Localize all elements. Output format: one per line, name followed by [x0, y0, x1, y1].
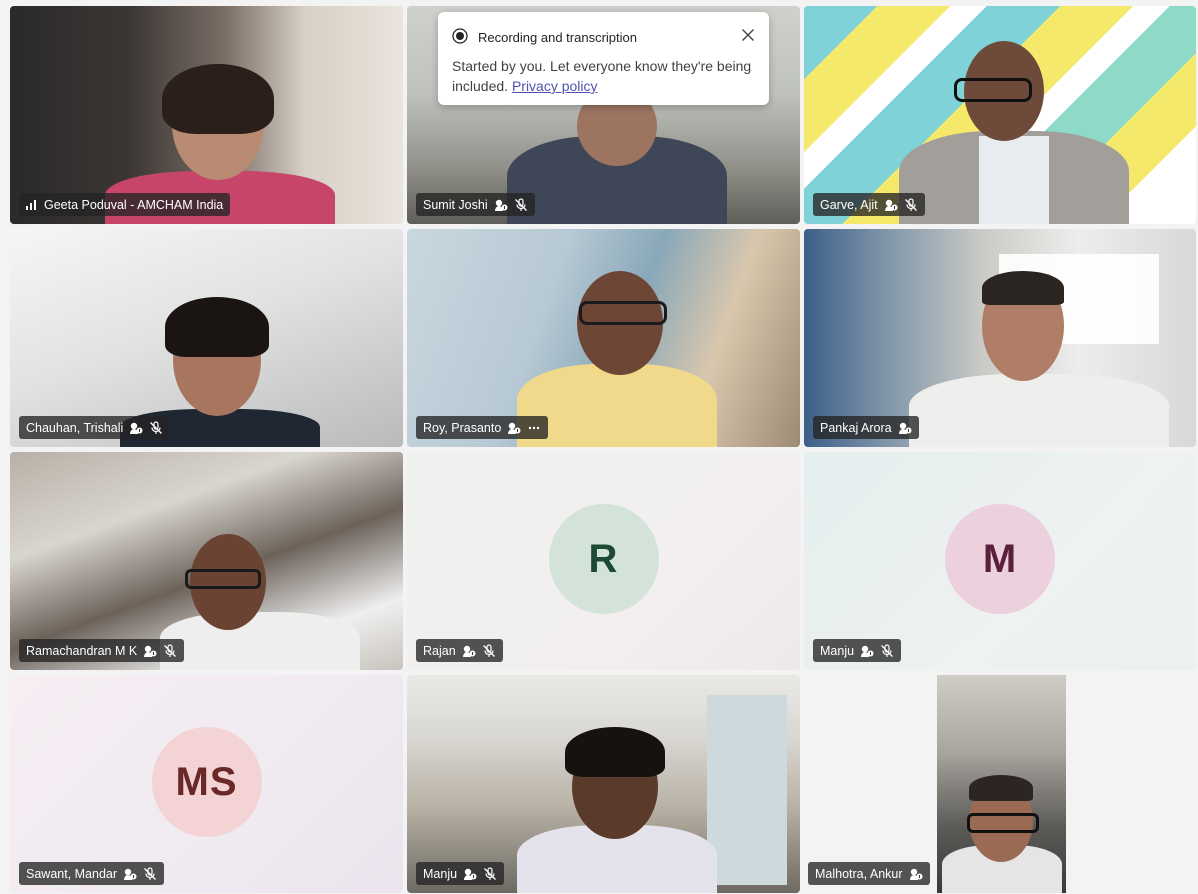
participant-tile[interactable]: Pankaj Arora: [804, 229, 1196, 447]
participant-name-tag: Malhotra, Ankur: [808, 862, 930, 885]
participant-tile[interactable]: Chauhan, Trishali: [10, 229, 403, 447]
participant-tile[interactable]: Garve, Ajit: [804, 6, 1196, 224]
microphone-off-icon: [483, 866, 497, 881]
close-icon[interactable]: [741, 28, 755, 45]
participant-tile[interactable]: Geeta Poduval - AMCHAM India: [10, 6, 403, 224]
audio-unmuted-icon: [129, 421, 143, 435]
participant-tile[interactable]: R Rajan: [407, 452, 800, 670]
audio-unmuted-icon: [898, 421, 912, 435]
participant-name: Sawant, Mandar: [26, 866, 118, 881]
recording-message-block: Started by you. Let everyone know they'r…: [452, 56, 752, 96]
participant-name: Manju: [820, 643, 855, 658]
glasses: [185, 569, 261, 589]
audio-unmuted-icon: [462, 644, 476, 658]
participant-name-tag: Manju: [416, 862, 505, 885]
participant-name: Garve, Ajit: [820, 197, 878, 212]
participant-tile[interactable]: Ramachandran M K: [10, 452, 403, 670]
recording-message: Started by you. Let everyone know they'r…: [452, 58, 752, 94]
participant-tile[interactable]: Manju: [407, 675, 800, 893]
microphone-off-icon: [482, 643, 496, 658]
participant-name: Malhotra, Ankur: [815, 866, 903, 881]
participant-name-tag: Roy, Prasanto: [416, 416, 549, 439]
recording-notification: Recording and transcription Started by y…: [438, 12, 769, 105]
participant-name-tag: Sumit Joshi: [416, 193, 535, 216]
participant-name-tag: Manju: [813, 639, 902, 662]
participant-name-tag: Geeta Poduval - AMCHAM India: [19, 193, 231, 216]
glasses: [579, 301, 667, 325]
microphone-off-icon: [143, 866, 157, 881]
participant-name-tag: Garve, Ajit: [813, 193, 925, 216]
microphone-off-icon: [163, 643, 177, 658]
participant-name-tag: Rajan: [416, 639, 503, 662]
participant-name: Geeta Poduval - AMCHAM India: [44, 197, 224, 212]
participant-name-tag: Ramachandran M K: [19, 639, 185, 662]
participant-name: Rajan: [423, 643, 456, 658]
participant-tile[interactable]: Roy, Prasanto: [407, 229, 800, 447]
privacy-policy-link[interactable]: Privacy policy: [512, 78, 598, 94]
participant-tile[interactable]: M Manju: [804, 452, 1196, 670]
more-options-icon[interactable]: [527, 421, 541, 435]
microphone-off-icon: [880, 643, 894, 658]
participant-video: [937, 675, 1066, 893]
participant-name: Ramachandran M K: [26, 643, 138, 658]
participant-tile[interactable]: Malhotra, Ankur: [804, 675, 1196, 893]
avatar: M: [945, 504, 1055, 614]
avatar: R: [548, 504, 659, 614]
video-grid: Geeta Poduval - AMCHAM India Sumit Joshi: [10, 6, 1196, 893]
window: [707, 695, 787, 885]
recording-title-row: Recording and transcription: [452, 28, 637, 47]
participant-name: Sumit Joshi: [423, 197, 488, 212]
microphone-off-icon: [904, 197, 918, 212]
audio-unmuted-icon: [494, 198, 508, 212]
microphone-off-icon: [149, 420, 163, 435]
audio-unmuted-icon: [860, 644, 874, 658]
participant-name-tag: Pankaj Arora: [813, 416, 919, 439]
microphone-off-icon: [514, 197, 528, 212]
audio-unmuted-icon: [143, 644, 157, 658]
audio-unmuted-icon: [463, 867, 477, 881]
participant-name: Chauhan, Trishali: [26, 420, 124, 435]
participant-name: Roy, Prasanto: [423, 420, 502, 435]
audio-unmuted-icon: [507, 421, 521, 435]
participant-name: Manju: [423, 866, 458, 881]
recording-title: Recording and transcription: [478, 30, 637, 45]
audio-unmuted-icon: [884, 198, 898, 212]
audio-unmuted-icon: [909, 867, 923, 881]
participant-name-tag: Chauhan, Trishali: [19, 416, 171, 439]
glasses: [954, 78, 1032, 102]
avatar: MS: [151, 727, 262, 837]
record-icon: [452, 28, 468, 47]
glasses: [967, 813, 1039, 833]
participant-name: Pankaj Arora: [820, 420, 892, 435]
signal-bars-icon: [26, 199, 38, 210]
audio-unmuted-icon: [123, 867, 137, 881]
participant-name-tag: Sawant, Mandar: [19, 862, 165, 885]
participant-tile[interactable]: MS Sawant, Mandar: [10, 675, 403, 893]
